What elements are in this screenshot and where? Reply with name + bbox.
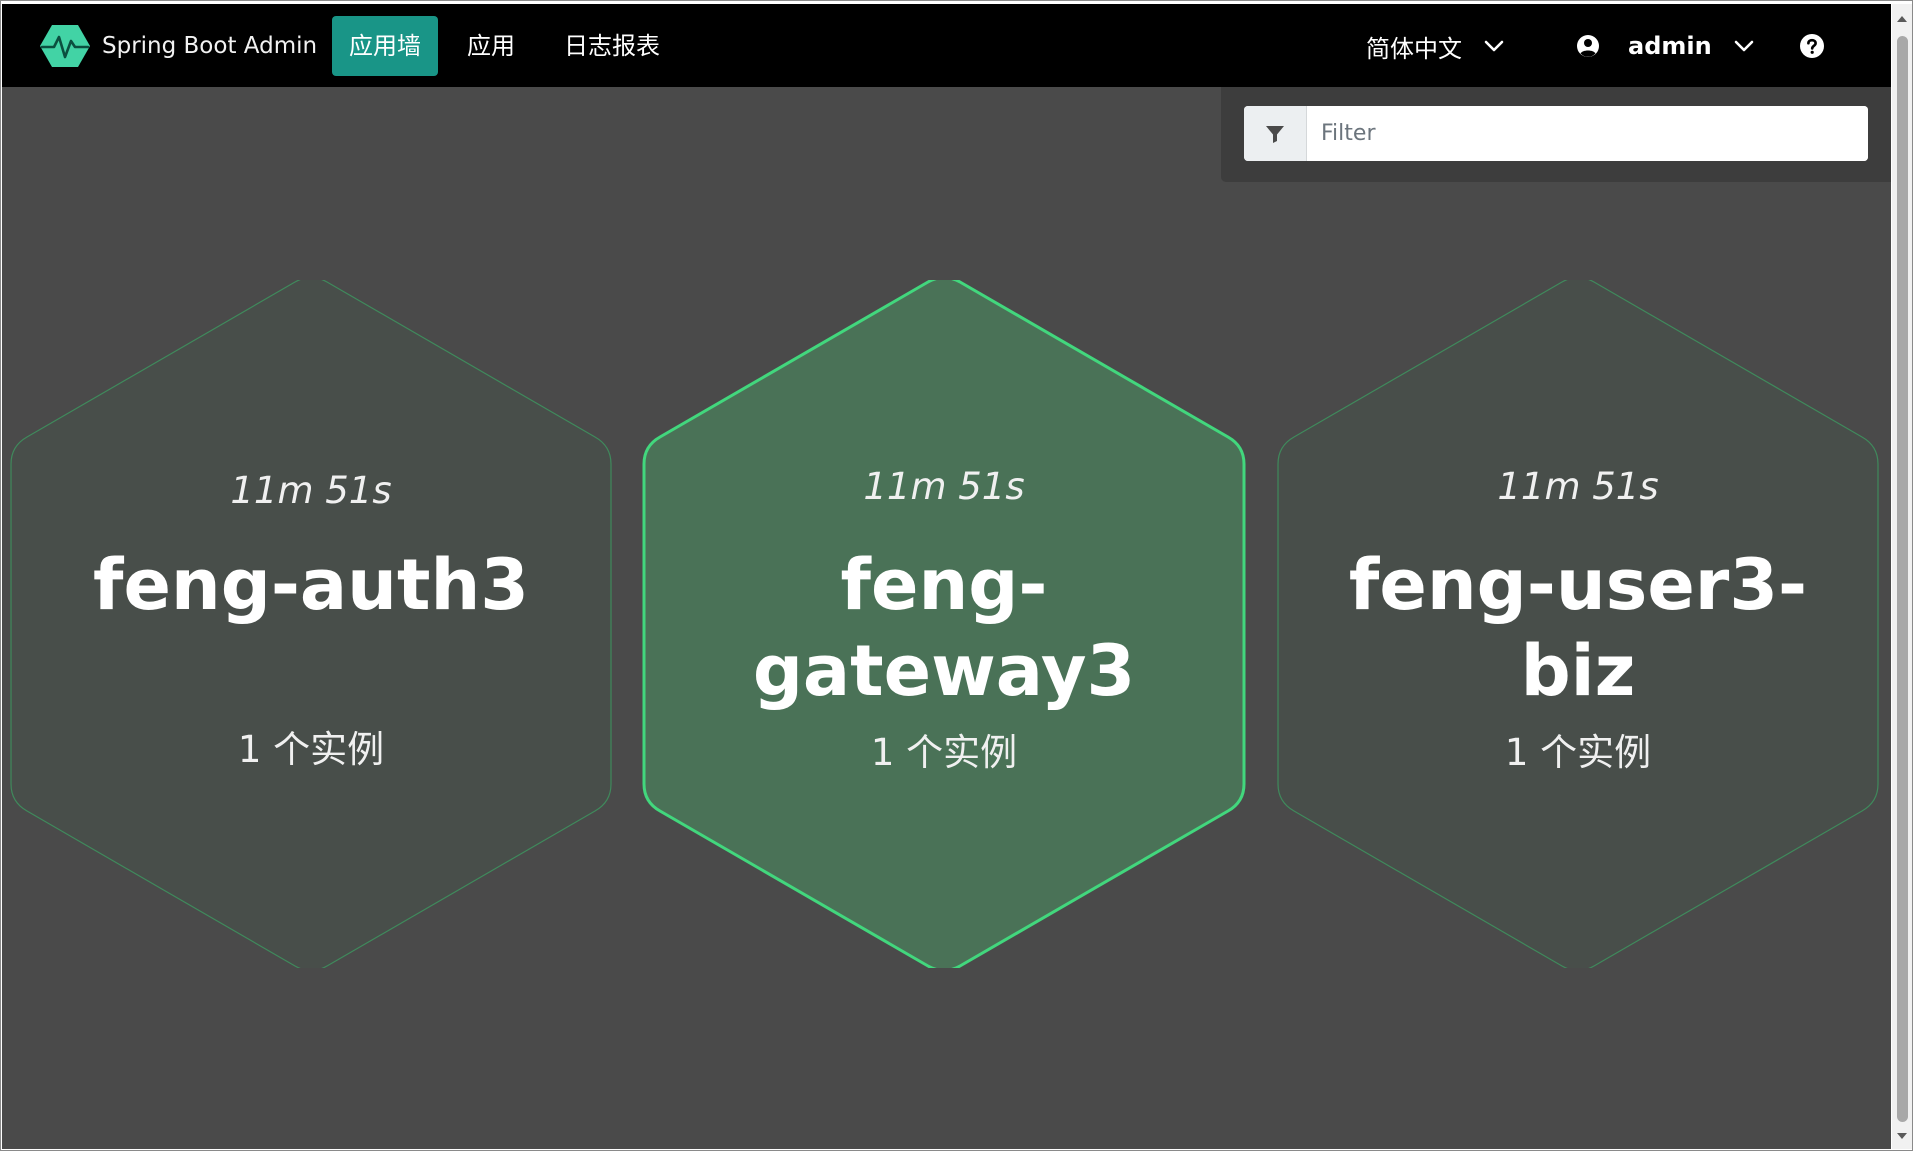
application-name: feng-auth3	[93, 544, 529, 626]
filter-input[interactable]	[1307, 106, 1868, 161]
user-dropdown[interactable]: admin	[1576, 16, 1754, 76]
uptime-label: 11m 51s	[230, 469, 392, 512]
language-label: 简体中文	[1366, 34, 1462, 63]
page-viewport: Spring Boot Admin 应用墙 应用 日志报表 简体中文 admin	[2, 4, 1891, 1149]
brand-title: Spring Boot Admin	[102, 33, 318, 59]
filter-input-group	[1244, 106, 1868, 161]
hex-content: 11m 51s feng-gateway3 1 个实例	[642, 280, 1246, 968]
hex-content: 11m 51s feng-auth3 1 个实例	[9, 280, 613, 968]
scroll-up-arrow-icon[interactable]	[1897, 16, 1907, 22]
application-name: feng-gateway3	[752, 544, 1136, 712]
browser-frame: Spring Boot Admin 应用墙 应用 日志报表 简体中文 admin	[0, 0, 1913, 1151]
uptime-label: 11m 51s	[1497, 465, 1659, 508]
user-circle-icon	[1577, 35, 1599, 57]
username-label: admin	[1628, 32, 1712, 60]
hex-content: 11m 51s feng-user3-biz 1 个实例	[1276, 280, 1880, 968]
uptime-label: 11m 51s	[863, 465, 1025, 508]
application-hex-feng-gateway3[interactable]: 11m 51s feng-gateway3 1 个实例	[642, 280, 1246, 968]
language-dropdown[interactable]: 简体中文	[1366, 16, 1504, 76]
scroll-thumb[interactable]	[1897, 36, 1908, 1122]
chevron-down-icon	[1734, 40, 1754, 52]
nav-tab-journal[interactable]: 日志报表	[564, 16, 660, 76]
brand-link[interactable]: Spring Boot Admin	[40, 24, 317, 68]
application-hex-feng-user3-biz[interactable]: 11m 51s feng-user3-biz 1 个实例	[1276, 280, 1880, 968]
filter-addon	[1244, 106, 1307, 161]
instance-count: 1 个实例	[237, 728, 385, 771]
scroll-down-arrow-icon[interactable]	[1897, 1133, 1907, 1139]
nav-tab-wallboard[interactable]: 应用墙	[332, 16, 438, 76]
top-navbar: Spring Boot Admin 应用墙 应用 日志报表 简体中文 admin	[2, 4, 1891, 87]
chevron-down-icon	[1484, 40, 1504, 52]
question-circle-icon	[1800, 34, 1824, 58]
instance-count: 1 个实例	[1504, 731, 1652, 774]
application-name: feng-user3-biz	[1348, 544, 1808, 712]
heartbeat-hex-logo-icon	[40, 25, 90, 67]
help-button[interactable]	[1799, 16, 1825, 76]
application-hex-feng-auth3[interactable]: 11m 51s feng-auth3 1 个实例	[9, 280, 613, 968]
filter-panel	[1221, 87, 1891, 182]
filter-icon	[1266, 125, 1284, 143]
instance-count: 1 个实例	[870, 731, 1018, 774]
nav-tab-applications[interactable]: 应用	[467, 16, 515, 76]
vertical-scrollbar[interactable]	[1892, 4, 1912, 1149]
